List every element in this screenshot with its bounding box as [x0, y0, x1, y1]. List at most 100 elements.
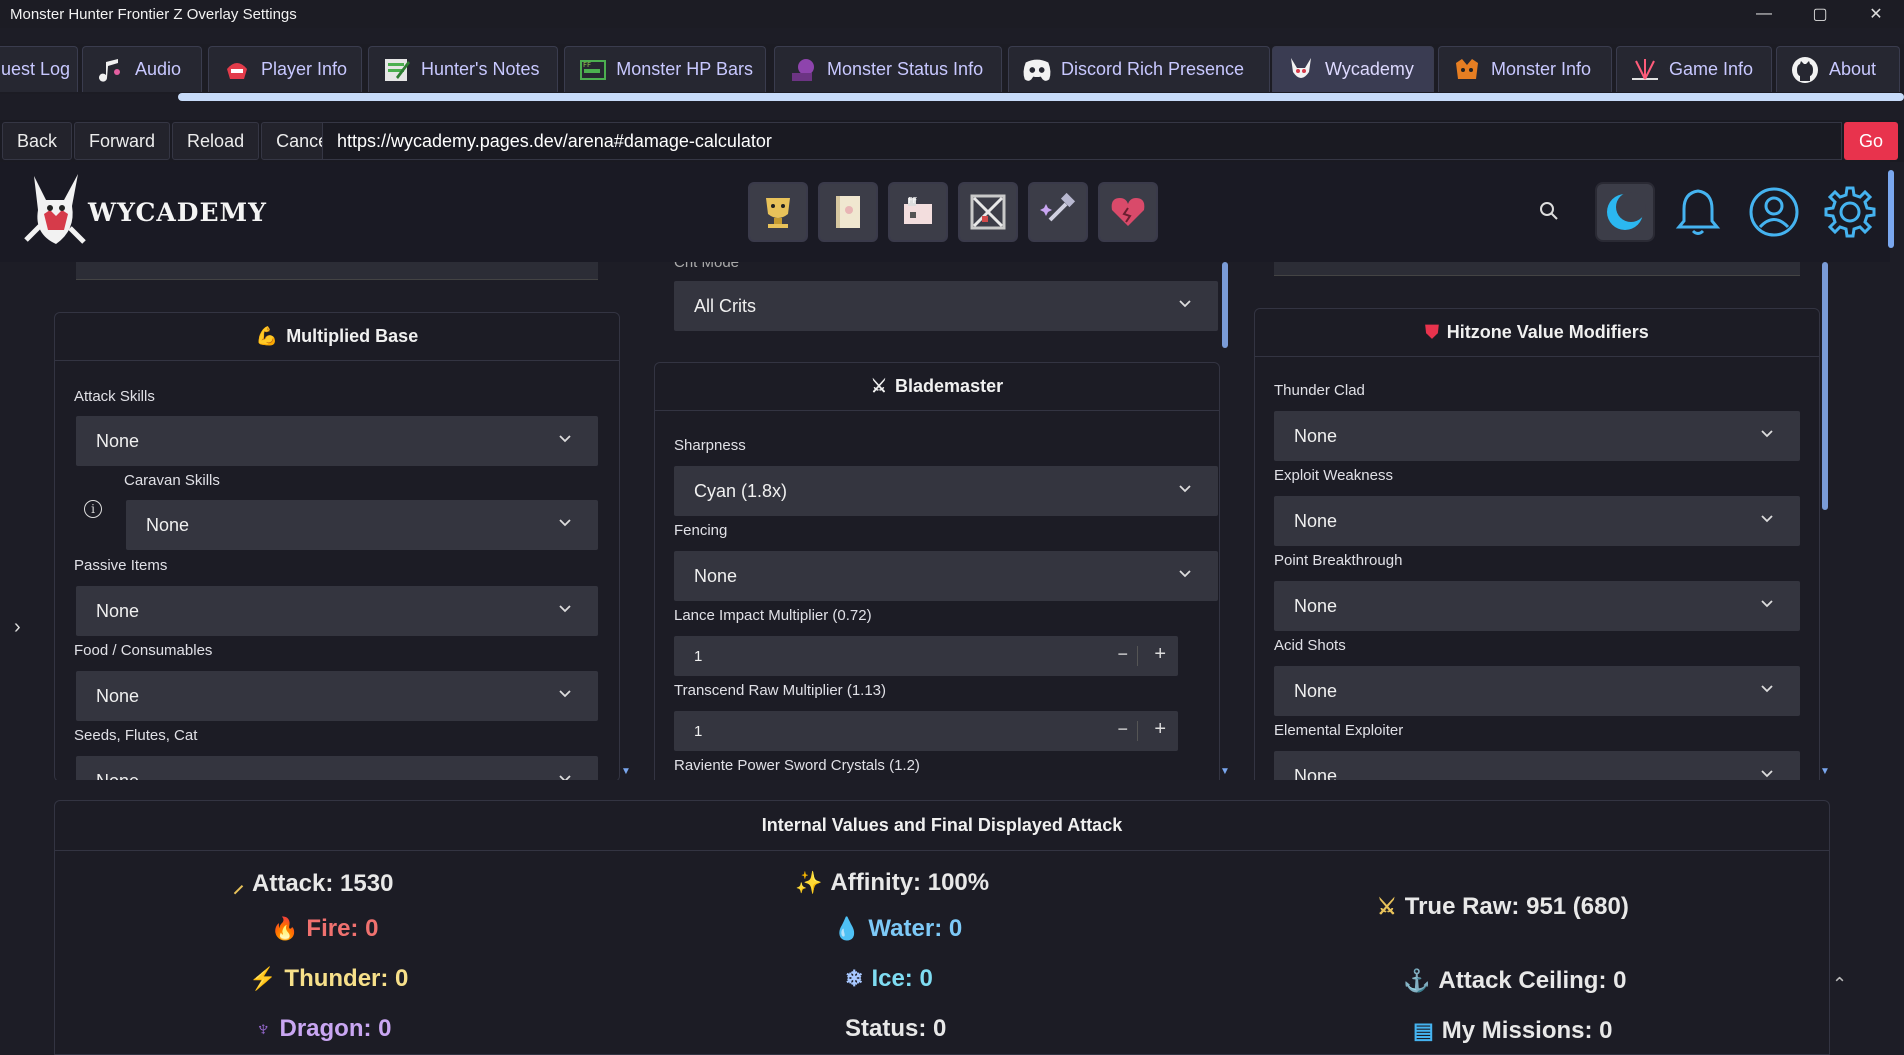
site-logo-text[interactable]: WYCADEMY [88, 198, 267, 227]
exploit-weakness-select[interactable]: None [1274, 496, 1800, 546]
field-label: Crit Mode [674, 262, 740, 271]
maximize-button[interactable]: ▢ [1792, 0, 1848, 28]
sparkle-icon: ✨ [795, 870, 823, 895]
chevron-down-icon [1761, 685, 1773, 693]
field-label: Transcend Raw Multiplier (1.13) [674, 682, 887, 699]
select-value: None [1294, 510, 1338, 531]
point-breakthrough-select[interactable]: None [1274, 581, 1800, 631]
tab-monster-status-info[interactable]: Monster Status Info [774, 46, 1002, 92]
sword-icon: ⸝ [233, 872, 245, 897]
field-label: Thunder Clad [1274, 382, 1365, 399]
tab-label: Monster HP Bars [616, 59, 753, 79]
field-label: Fencing [674, 522, 728, 539]
transcend-raw-input[interactable]: 1 − + [674, 711, 1178, 751]
notifications-bell-icon[interactable] [1668, 182, 1728, 242]
heart-pixel-icon[interactable] [1098, 182, 1158, 242]
close-button[interactable]: ✕ [1848, 0, 1904, 28]
info-icon[interactable]: i [84, 500, 102, 518]
increment-button[interactable]: + [1154, 643, 1166, 666]
wycademy-logo-icon[interactable] [20, 170, 90, 254]
select-value: None [96, 685, 140, 706]
field-label: Seeds, Flutes, Cat [74, 727, 198, 744]
stat-value: Water: 0 [868, 915, 963, 942]
tab-player-info[interactable]: Player Info [208, 46, 362, 92]
tab-monster-hp-bars[interactable]: FF Monster HP Bars [564, 46, 766, 92]
monster-icon [1451, 54, 1483, 86]
passive-items-select[interactable]: None [76, 586, 598, 636]
select-value: None [1294, 425, 1338, 446]
reload-button[interactable]: Reload [172, 122, 260, 160]
panel-title: Multiplied Base [286, 326, 419, 346]
go-button[interactable]: Go [1844, 122, 1898, 160]
seeds-flutes-cat-select[interactable]: None [76, 756, 598, 780]
attack-skills-select[interactable]: None [76, 416, 598, 466]
dark-mode-moon-icon[interactable] [1595, 182, 1655, 242]
settings-gear-icon[interactable] [1820, 182, 1880, 242]
results-title: Internal Values and Final Displayed Atta… [55, 801, 1829, 851]
lance-impact-input[interactable]: 1 − + [674, 636, 1178, 676]
chevron-down-icon [1761, 515, 1773, 523]
select-value: None [146, 514, 190, 535]
field-remnant [1274, 262, 1800, 276]
chevron-right-icon[interactable]: › [14, 616, 21, 639]
notes-icon [381, 54, 413, 86]
tab-label: About [1829, 59, 1877, 79]
tab-label: Player Info [261, 59, 348, 79]
decrement-button[interactable]: − [1117, 644, 1128, 665]
user-account-icon[interactable] [1744, 182, 1804, 242]
book-icon[interactable] [818, 182, 878, 242]
status-icon [787, 54, 819, 86]
stat-value: Dragon: 0 [279, 1015, 392, 1042]
tab-hunters-notes[interactable]: Hunter's Notes [368, 46, 558, 92]
blademaster-scrollbar[interactable] [1222, 262, 1228, 348]
select-value: None [1294, 765, 1338, 781]
increment-button[interactable]: + [1154, 718, 1166, 741]
window-titlebar: Monster Hunter Frontier Z Overlay Settin… [0, 0, 1904, 28]
thunder-icon: ⚡ [249, 966, 277, 991]
affinity-stat: ✨ Affinity: 100% [795, 869, 989, 897]
tab-wycademy[interactable]: Wycademy [1272, 46, 1434, 92]
thunder-clad-select[interactable]: None [1274, 411, 1800, 461]
url-input[interactable]: https://wycademy.pages.dev/arena#damage-… [322, 122, 1842, 160]
caravan-skills-select[interactable]: None [126, 500, 598, 550]
elemental-exploiter-select[interactable]: None [1274, 751, 1800, 780]
dragon-icon: ♆ [255, 1016, 272, 1041]
page-scrollbar[interactable] [1888, 170, 1894, 248]
minimize-button[interactable]: — [1736, 0, 1792, 28]
acid-shots-select[interactable]: None [1274, 666, 1800, 716]
browser-nav-bar: Back Forward Reload Cancel https://wycad… [0, 120, 1904, 162]
sharpness-select[interactable]: Cyan (1.8x) [674, 466, 1218, 516]
forward-button[interactable]: Forward [74, 122, 171, 160]
hammer-sparkle-icon[interactable] [1028, 182, 1088, 242]
hunter-trophy-icon[interactable] [748, 182, 808, 242]
tab-game-info[interactable]: Game Info [1616, 46, 1772, 92]
scroll-to-top-icon[interactable]: ⌃ [1832, 974, 1847, 995]
fencing-select[interactable]: None [674, 551, 1218, 601]
tab-label: uest Log [1, 59, 71, 79]
back-button[interactable]: Back [2, 122, 73, 160]
tab-scroll-indicator[interactable] [178, 93, 1904, 101]
food-consumables-select[interactable]: None [76, 671, 598, 721]
decrement-button[interactable]: − [1117, 719, 1128, 740]
scroll-down-arrow[interactable]: ▼ [621, 766, 631, 777]
tab-about[interactable]: About [1776, 46, 1900, 92]
tab-quest-log[interactable]: uest Log [0, 46, 78, 92]
chevron-down-icon [559, 605, 571, 613]
true-raw-stat: ⚔ True Raw: 951 (680) [1377, 893, 1629, 921]
scroll-down-arrow[interactable]: ▼ [1820, 766, 1830, 777]
monster-pixel-icon[interactable]: FF [888, 182, 948, 242]
crossed-swords-icon[interactable] [958, 182, 1018, 242]
tab-monster-info[interactable]: Monster Info [1438, 46, 1612, 92]
select-value: None [1294, 595, 1338, 616]
crit-mode-select[interactable]: All Crits [674, 281, 1218, 331]
tab-label: Monster Status Info [827, 59, 984, 79]
field-label: Sharpness [674, 437, 746, 454]
chevron-down-icon [559, 519, 571, 527]
scroll-down-arrow[interactable]: ▼ [1220, 766, 1230, 777]
tab-audio[interactable]: Audio [82, 46, 202, 92]
tab-discord-rich-presence[interactable]: Discord Rich Presence [1008, 46, 1270, 92]
select-value: None [694, 565, 738, 586]
tab-label: Game Info [1669, 59, 1754, 79]
hitzone-scrollbar[interactable] [1822, 262, 1828, 510]
search-icon[interactable] [1538, 200, 1560, 222]
